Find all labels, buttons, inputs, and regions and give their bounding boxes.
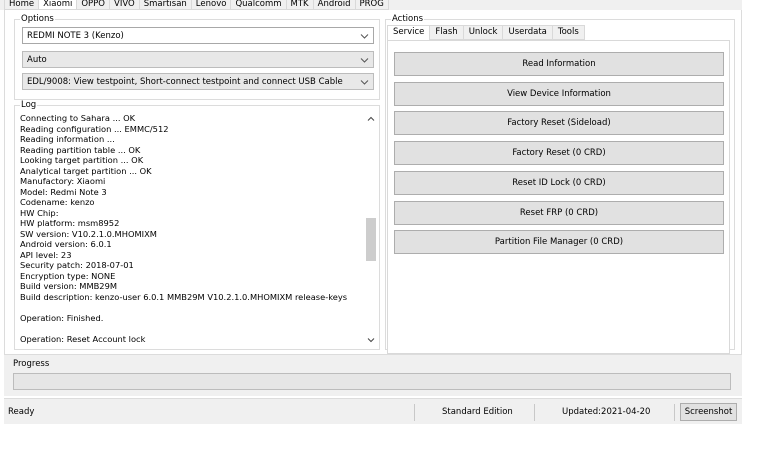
status-updated: Updated:2021-04-20 bbox=[562, 407, 651, 417]
model-select-value: REDMI NOTE 3 (Kenzo) bbox=[27, 31, 124, 41]
action-tabs: Service Flash Unlock Userdata Tools bbox=[387, 25, 585, 41]
model-select[interactable]: REDMI NOTE 3 (Kenzo) bbox=[22, 27, 374, 44]
factory-reset-sideload-button[interactable]: Factory Reset (Sideload) bbox=[394, 111, 724, 136]
main-tabs: Home Xiaomi OPPO VIVO Smartisan Lenovo Qualcom… bbox=[4, 0, 389, 10]
log-line: Looking target partition ... OK bbox=[20, 155, 144, 165]
actions-title: Actions bbox=[391, 14, 425, 25]
log-line: SW version: V10.2.1.0.MHOMIXM bbox=[20, 228, 157, 239]
log-line: Operation: Reset Account lock bbox=[20, 333, 146, 344]
log-line: Codename: kenzo bbox=[20, 197, 95, 207]
chevron-down-icon bbox=[360, 58, 369, 63]
log-title: Log bbox=[20, 100, 38, 111]
status-ready: Ready bbox=[8, 407, 35, 417]
mode-select[interactable]: Auto bbox=[22, 51, 374, 68]
screenshot-button[interactable]: Screenshot bbox=[680, 403, 737, 421]
tab-unlock[interactable]: Unlock bbox=[462, 25, 504, 40]
log-scroll-thumb[interactable] bbox=[366, 218, 376, 261]
tab-tools[interactable]: Tools bbox=[551, 25, 585, 40]
log-line: Connecting to Sahara ... OK bbox=[20, 113, 136, 123]
progress-bar bbox=[13, 373, 731, 390]
status-divider bbox=[414, 404, 415, 421]
reset-frp-0-crd-button[interactable]: Reset FRP (0 CRD) bbox=[394, 200, 724, 225]
tab-xiaomi[interactable]: Xiaomi bbox=[38, 0, 78, 10]
log-line: Reading partition table ... OK bbox=[20, 144, 141, 155]
log-line: Build version: MMB29M bbox=[20, 281, 118, 291]
tab-oppo[interactable]: OPPO bbox=[76, 0, 110, 10]
tab-home[interactable]: Home bbox=[4, 0, 40, 10]
status-divider bbox=[674, 404, 675, 421]
tab-qualcomm[interactable]: Qualcomm bbox=[230, 0, 287, 10]
options-title: Options bbox=[20, 14, 55, 25]
tab-prog[interactable]: PROG bbox=[354, 0, 389, 10]
status-bar: Ready Standard Edition Updated:2021-04-2… bbox=[4, 398, 742, 424]
view-device-information-button[interactable]: View Device Information bbox=[394, 81, 724, 106]
partition-file-manager-0-crd-button[interactable]: Partition File Manager (0 CRD) bbox=[394, 230, 724, 255]
chevron-down-icon bbox=[360, 34, 369, 39]
tab-lenovo[interactable]: Lenovo bbox=[190, 0, 232, 10]
log-line: Operation: Finished. bbox=[20, 312, 104, 323]
log-output[interactable]: Connecting to Sahara ... OK Reading confi… bbox=[20, 113, 370, 349]
log-line: HW platform: msm8952 bbox=[20, 218, 120, 228]
tab-vivo[interactable]: VIVO bbox=[109, 0, 140, 10]
main-tab-bar: Home Xiaomi OPPO VIVO Smartisan Lenovo Qualcom… bbox=[0, 0, 742, 10]
read-information-button[interactable]: Read Information bbox=[394, 52, 724, 76]
log-line: Android version: 6.0.1 bbox=[20, 239, 112, 249]
service-panel: Read Information View Device Information F… bbox=[387, 40, 730, 354]
status-edition: Standard Edition bbox=[442, 407, 513, 417]
log-line: Encryption type: NONE bbox=[20, 270, 116, 281]
progress-section: Progress bbox=[4, 355, 742, 396]
log-scrollbar[interactable] bbox=[365, 113, 377, 347]
main-panel: Options REDMI NOTE 3 (Kenzo) Auto EDL/90… bbox=[4, 10, 742, 355]
method-select-value: EDL/9008: View testpoint, Short-connect … bbox=[27, 77, 343, 87]
tab-android[interactable]: Android bbox=[312, 0, 356, 10]
log-line: Reading information ... bbox=[20, 134, 115, 144]
method-select[interactable]: EDL/9008: View testpoint, Short-connect … bbox=[22, 73, 374, 90]
log-group: Log Connecting to Sahara ... OK Reading c… bbox=[14, 100, 380, 350]
log-line: HW Chip: bbox=[20, 207, 59, 218]
chevron-down-icon[interactable] bbox=[367, 337, 375, 343]
chevron-down-icon bbox=[360, 80, 369, 85]
options-group: Options REDMI NOTE 3 (Kenzo) Auto EDL/90… bbox=[14, 14, 380, 100]
log-line: Reading configuration ... EMMC/512 bbox=[20, 123, 169, 134]
actions-group: Actions Service Flash Unlock Userdata Tools … bbox=[385, 14, 735, 354]
log-line: API level: 23 bbox=[20, 249, 72, 260]
tab-smartisan[interactable]: Smartisan bbox=[138, 0, 192, 10]
factory-reset-0-crd-button[interactable]: Factory Reset (0 CRD) bbox=[394, 141, 724, 166]
tab-service[interactable]: Service bbox=[387, 25, 431, 41]
log-line: Build description: kenzo-user 6.0.1 MMB2… bbox=[20, 291, 348, 302]
tab-mtk[interactable]: MTK bbox=[285, 0, 314, 10]
tab-userdata[interactable]: Userdata bbox=[502, 25, 553, 40]
log-line: Manufactory: Xiaomi bbox=[20, 176, 106, 186]
log-line: Model: Redmi Note 3 bbox=[20, 186, 107, 197]
chevron-up-icon[interactable] bbox=[367, 116, 375, 122]
reset-id-lock-0-crd-button[interactable]: Reset ID Lock (0 CRD) bbox=[394, 170, 724, 195]
mode-select-value: Auto bbox=[27, 55, 47, 65]
status-divider bbox=[534, 404, 535, 421]
progress-label: Progress bbox=[13, 359, 50, 369]
log-line: Analytical target partition ... OK bbox=[20, 165, 152, 176]
tab-flash[interactable]: Flash bbox=[429, 25, 464, 40]
log-line: Security patch: 2018-07-01 bbox=[20, 260, 134, 270]
